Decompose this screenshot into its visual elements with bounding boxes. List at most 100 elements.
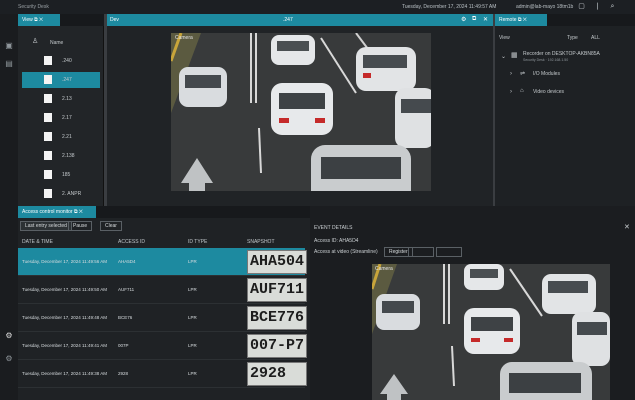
road-scene — [171, 33, 431, 191]
event-details-title: EVENT DETAILS — [314, 225, 353, 231]
camera-feed[interactable]: Camera — [171, 33, 431, 191]
view-list-item[interactable]: 2. ANPR — [22, 186, 100, 202]
cell-date: Tuesday, December 17, 2024 11:49:41 AM — [22, 343, 107, 348]
user-label[interactable]: admin@lab-mayo 18tm1b — [516, 4, 573, 10]
view-list-item[interactable]: 185 — [22, 167, 100, 183]
chevron-right-icon[interactable]: › — [510, 89, 512, 95]
type-filter-label[interactable]: Type — [567, 35, 578, 41]
event-details-panel: EVENT DETAILS ✕ Access ID: AHA5D4 Access… — [310, 206, 635, 400]
cell-type: LPR — [188, 259, 197, 264]
remote-panel-header: Remote ⧉ ✕ — [495, 14, 635, 26]
view-panel-header: View ⧉ ✕ — [18, 14, 104, 26]
recorder-node[interactable]: Recorder on DESKTOP-AKBN85A — [523, 51, 600, 57]
cell-date: Tuesday, December 17, 2024 11:49:50 AM — [22, 287, 107, 292]
view-list-item-label: 2.13 — [62, 96, 72, 102]
close-icon[interactable]: ✕ — [483, 16, 488, 23]
plate-snapshot[interactable]: BCE776 — [247, 306, 307, 330]
user-icon: ♙ — [32, 38, 39, 45]
datetime-display: Tuesday, December 17, 2024 11:49:57 AM — [402, 4, 497, 10]
view-list-item-label: .247 — [62, 77, 72, 83]
event-camera-feed[interactable]: Camera — [372, 264, 610, 400]
event-camera-overlay-label: Camera — [375, 266, 393, 272]
maximize-icon[interactable]: ⧉ — [472, 16, 476, 23]
plate-snapshot[interactable]: AUF711 — [247, 278, 307, 302]
tasks-icon[interactable]: ▤ — [4, 59, 14, 69]
view-list-item[interactable]: 2.138 — [22, 148, 100, 164]
column-header-snapshot[interactable]: SNAPSHOT — [247, 239, 275, 245]
camera-tile-icon — [44, 113, 52, 122]
cell-type: LPR — [188, 371, 197, 376]
help-icon[interactable]: ❘ — [593, 2, 602, 11]
plate-snapshot[interactable]: AHA504 — [247, 250, 307, 274]
view-list-item[interactable]: .240 — [22, 53, 100, 69]
camera-tile-icon — [44, 151, 52, 160]
cell-type: LPR — [188, 287, 197, 292]
settings-icon[interactable]: ⚙ — [4, 331, 14, 341]
event-access-id: Access ID: AHA5D4 — [314, 238, 359, 244]
cell-date: Tuesday, December 17, 2024 11:49:56 AM — [22, 259, 107, 264]
tab-access-control[interactable]: Access control monitor ⧉ ✕ — [18, 206, 96, 218]
access-control-panel: Access control monitor ⧉ ✕ Last entry se… — [18, 206, 635, 400]
view-list-item[interactable]: 2.13 — [22, 91, 100, 107]
clear-button[interactable]: Clear — [100, 221, 122, 231]
remote-panel: Remote ⧉ ✕ View Type ALL ⌄ ▦ Recorder on… — [495, 14, 635, 206]
event-road-scene — [372, 264, 610, 400]
search-icon[interactable]: ⌕ — [608, 2, 617, 11]
event-video-label: Access at video (Streamline) — [314, 249, 378, 255]
left-rail: ▣ ▤ ⚙ ⚙ — [0, 14, 18, 400]
camera-tile-icon — [44, 75, 52, 84]
column-header-type[interactable]: ID TYPE — [188, 239, 207, 245]
video-tile[interactable]: Dev .247 ⚙ ⧉ ✕ Camera — [107, 14, 493, 206]
tab-remote[interactable]: Remote ⧉ ✕ — [495, 14, 547, 26]
table-row[interactable]: Tuesday, December 17, 2024 11:49:56 AM AH… — [18, 248, 307, 276]
view-list-item[interactable]: 2.21 — [22, 129, 100, 145]
gear-icon[interactable]: ⚙ — [4, 354, 14, 364]
table-row[interactable]: Tuesday, December 17, 2024 11:49:38 AM 29… — [18, 360, 307, 388]
view-panel: View ⧉ ✕ ♙ Name .240 .247 2.13 2.17 2.21 2.13… — [18, 14, 121, 217]
table-row[interactable]: Tuesday, December 17, 2024 11:49:50 AM AU… — [18, 276, 307, 304]
io-modules-node[interactable]: I/O Modules — [533, 71, 560, 77]
column-header-access[interactable]: ACCESS ID — [118, 239, 145, 245]
event-field-1[interactable] — [408, 247, 434, 257]
tab-view[interactable]: View ⧉ ✕ — [18, 14, 60, 26]
plate-snapshot[interactable]: 007-P7 — [247, 334, 307, 358]
io-module-icon: ⇌ — [520, 71, 526, 77]
cell-type: LPR — [188, 315, 197, 320]
chevron-down-icon[interactable]: ⌄ — [501, 53, 506, 60]
table-row[interactable]: Tuesday, December 17, 2024 11:49:48 AM BC… — [18, 304, 307, 332]
camera-tile-icon — [44, 132, 52, 141]
column-header-date[interactable]: DATE & TIME — [22, 239, 53, 245]
tab-view-label: View — [22, 17, 33, 23]
tab-access-control-label: Access control monitor — [22, 209, 73, 215]
chevron-right-icon[interactable]: › — [510, 71, 512, 77]
cell-date: Tuesday, December 17, 2024 11:49:38 AM — [22, 371, 107, 376]
view-filter-label[interactable]: View — [499, 35, 510, 41]
camera-overlay-label: Camera — [175, 35, 193, 41]
event-field-2[interactable] — [436, 247, 462, 257]
view-list-item-label: .240 — [62, 58, 72, 64]
settings-icon[interactable]: ⚙ — [461, 16, 466, 23]
type-filter-value[interactable]: ALL — [591, 35, 600, 41]
pause-button[interactable]: Pause — [68, 221, 93, 231]
access-events-table: DATE & TIME ACCESS ID ID TYPE SNAPSHOT T… — [18, 232, 307, 400]
notification-icon[interactable]: ▢ — [577, 2, 586, 11]
title-bar: Security Desk Tuesday, December 17, 2024… — [0, 0, 635, 14]
view-list-item[interactable]: 2.17 — [22, 110, 100, 126]
cell-date: Tuesday, December 17, 2024 11:49:48 AM — [22, 315, 107, 320]
table-row[interactable]: Tuesday, December 17, 2024 11:49:41 AM 00… — [18, 332, 307, 360]
monitor-icon[interactable]: ▣ — [4, 41, 14, 51]
cell-access: AUF711 — [118, 287, 135, 292]
cell-type: LPR — [188, 343, 197, 348]
plate-snapshot[interactable]: 2928 — [247, 362, 307, 386]
close-icon[interactable]: ✕ — [624, 223, 630, 231]
video-devices-node[interactable]: Video devices — [533, 89, 564, 95]
name-column-header: Name — [50, 40, 64, 46]
camera-tile-icon — [44, 94, 52, 103]
tab-remote-label: Remote — [499, 17, 517, 23]
view-list-item[interactable]: .247 — [22, 72, 100, 88]
view-list-item-label: 185 — [62, 172, 71, 178]
last-entry-button[interactable]: Last entry selected — [20, 221, 72, 231]
cell-access: BCE76 — [118, 315, 133, 320]
camera-tile-icon — [44, 56, 52, 65]
tile-tab-label: Dev — [110, 17, 119, 23]
